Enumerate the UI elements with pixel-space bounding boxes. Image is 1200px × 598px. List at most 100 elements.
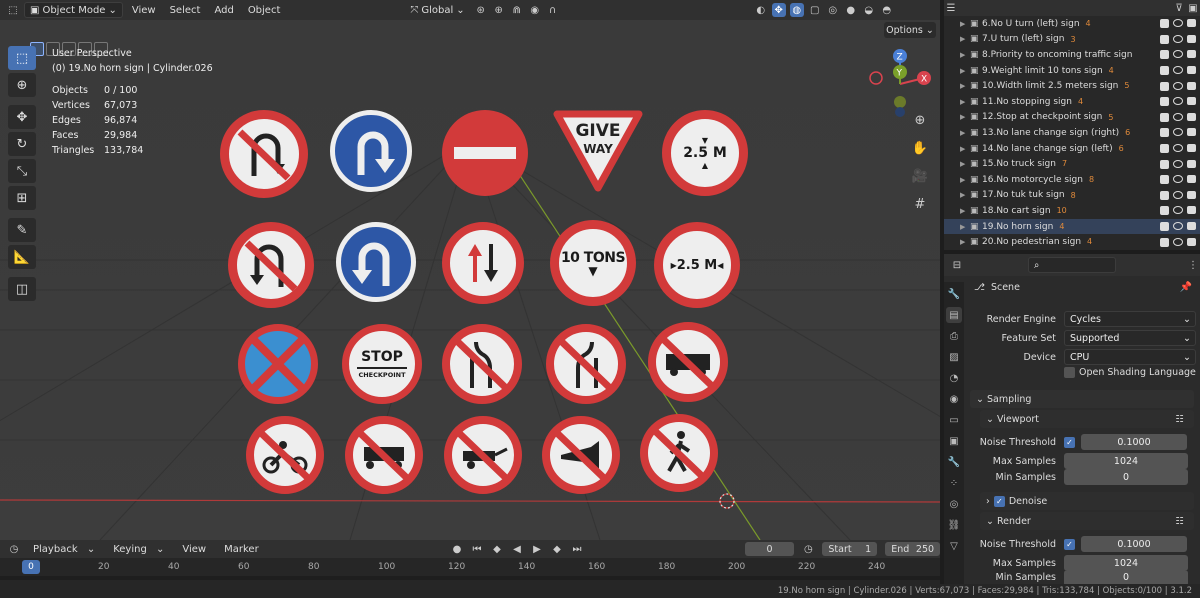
give-way-sign[interactable]: GIVE WAY (553, 110, 643, 192)
render-engine-select[interactable]: Cycles ⌄ (1064, 311, 1196, 327)
tool-tab-icon[interactable]: 🔧 (946, 286, 962, 302)
no-pedestrian-sign[interactable] (640, 414, 718, 492)
width-limit-sign[interactable]: ▼ 2.5 M ▲ (662, 110, 748, 196)
eye-icon[interactable] (1173, 237, 1183, 246)
eye-icon[interactable] (1173, 175, 1183, 184)
eye-icon[interactable] (1173, 190, 1183, 199)
outliner-row[interactable]: ▶ ▣ 17.No tuk tuk sign 8 (944, 188, 1200, 204)
modifier-tab-icon[interactable]: 🔧 (946, 454, 962, 470)
expand-triangle-icon[interactable]: ▶ (960, 160, 970, 168)
eye-icon[interactable] (1173, 97, 1183, 106)
camera-icon[interactable] (1187, 237, 1196, 246)
exclude-checkbox[interactable] (1160, 175, 1169, 185)
camera-icon[interactable] (1187, 50, 1196, 59)
timeline-editor-icon[interactable]: ◷ (8, 542, 20, 556)
menu-view[interactable]: View (127, 2, 161, 18)
expand-triangle-icon[interactable]: ▶ (960, 98, 970, 106)
menu-object[interactable]: Object (243, 2, 286, 18)
mode-select[interactable]: ▣ Object Mode ⌄ (24, 2, 123, 18)
end-frame-field[interactable]: End 250 (885, 542, 941, 556)
measure-tool-icon[interactable]: 📐 (8, 245, 36, 269)
max-samples-render-field[interactable]: 1024 (1064, 555, 1188, 571)
expand-triangle-icon[interactable]: ▶ (960, 129, 970, 137)
cursor-tool-icon[interactable]: ⊕ (8, 73, 36, 97)
no-stopping-sign[interactable] (238, 324, 318, 404)
outliner-row[interactable]: ▶ ▣ 18.No cart sign 10 (944, 203, 1200, 219)
eye-icon[interactable] (1173, 81, 1183, 90)
menu-select[interactable]: Select (165, 2, 206, 18)
exclude-checkbox[interactable] (1160, 190, 1169, 200)
osl-checkbox[interactable] (1064, 367, 1075, 378)
no-u-turn-left-sign[interactable] (228, 222, 314, 308)
denoise-subpanel-header[interactable]: › ✓ Denoise (980, 492, 1194, 510)
camera-icon[interactable] (1187, 175, 1196, 184)
stop-checkpoint-sign[interactable]: STOP CHECKPOINT (342, 324, 422, 404)
noise-threshold-render-field[interactable]: 0.1000 (1081, 536, 1187, 552)
camera-icon[interactable] (1187, 222, 1196, 231)
eye-icon[interactable] (1173, 66, 1183, 75)
jump-start-icon[interactable]: ⏮ (471, 542, 483, 556)
rotate-tool-icon[interactable]: ↻ (8, 132, 36, 156)
camera-icon[interactable] (1187, 159, 1196, 168)
world-tab-icon[interactable]: ◉ (946, 391, 962, 407)
record-icon[interactable]: ● (451, 542, 463, 556)
zoom-icon[interactable]: ⊕ (908, 108, 932, 132)
exclude-checkbox[interactable] (1160, 112, 1169, 122)
data-tab-icon[interactable]: ▽ (946, 538, 962, 554)
u-turn-left-sign[interactable] (336, 222, 416, 302)
no-cart-sign[interactable] (444, 416, 522, 494)
no-lane-change-left-sign[interactable] (546, 324, 626, 404)
exclude-checkbox[interactable] (1160, 159, 1169, 169)
move-tool-icon[interactable]: ✥ (8, 105, 36, 129)
ortho-grid-icon[interactable]: # (908, 192, 932, 216)
expand-triangle-icon[interactable]: ▶ (960, 67, 970, 75)
eye-icon[interactable] (1173, 206, 1183, 215)
exclude-checkbox[interactable] (1160, 50, 1169, 60)
snap-icon[interactable]: ⊕ (492, 3, 506, 17)
no-tuk-tuk-sign[interactable] (345, 416, 423, 494)
pan-hand-icon[interactable]: ✋ (908, 136, 932, 160)
render-subpanel-header[interactable]: ⌄ Render ☷ (980, 512, 1194, 530)
expand-triangle-icon[interactable]: ▶ (960, 113, 970, 121)
scale-tool-icon[interactable]: ⤡ (8, 159, 36, 183)
object-tab-icon[interactable]: ▣ (946, 433, 962, 449)
exclude-checkbox[interactable] (1160, 144, 1169, 154)
eye-icon[interactable] (1173, 112, 1183, 121)
filter-icon[interactable]: ⊽ (1172, 1, 1186, 15)
options-dropdown[interactable]: Options ⌄ (884, 22, 936, 38)
material-shading-icon[interactable]: ◒ (862, 3, 876, 17)
noise-threshold-viewport-field[interactable]: 0.1000 (1081, 434, 1187, 450)
sampling-panel-header[interactable]: ⌄ Sampling (970, 390, 1194, 408)
outliner-editor-icon[interactable]: ☰ (944, 1, 958, 15)
exclude-checkbox[interactable] (1160, 237, 1169, 247)
exclude-checkbox[interactable] (1160, 128, 1169, 138)
visibility-icon[interactable]: ◐ (754, 3, 768, 17)
no-horn-sign[interactable] (542, 416, 620, 494)
camera-icon[interactable] (1187, 34, 1196, 43)
no-u-turn-right-sign[interactable] (220, 110, 308, 198)
eye-icon[interactable] (1173, 159, 1183, 168)
menu-timeline-view[interactable]: View (177, 541, 211, 557)
noise-threshold-checkbox[interactable]: ✓ (1064, 436, 1075, 448)
rendered-shading-icon[interactable]: ◓ (880, 3, 894, 17)
xray-icon[interactable]: ▢ (808, 3, 822, 17)
next-key-icon[interactable]: ◆ (551, 542, 563, 556)
device-select[interactable]: CPU ⌄ (1064, 349, 1196, 365)
editor-type-icon[interactable]: ⬚ (6, 3, 20, 17)
no-motorcycle-sign[interactable] (246, 416, 324, 494)
eye-icon[interactable] (1173, 50, 1183, 59)
expand-triangle-icon[interactable]: ▶ (960, 145, 970, 153)
outliner-row[interactable]: ▶ ▣ 10.Width limit 2.5 meters sign 5 (944, 78, 1200, 94)
exclude-checkbox[interactable] (1160, 34, 1169, 44)
eye-icon[interactable] (1173, 128, 1183, 137)
camera-icon[interactable] (1187, 144, 1196, 153)
weight-limit-sign[interactable]: 10 TONS ▼ (550, 220, 636, 306)
eye-icon[interactable] (1173, 19, 1183, 28)
outliner-row[interactable]: ▶ ▣ 20.No pedestrian sign 4 (944, 234, 1200, 250)
outliner-row[interactable]: ▶ ▣ 9.Weight limit 10 tons sign 4 (944, 63, 1200, 79)
outliner-row[interactable]: ▶ ▣ 6.No U turn (left) sign 4 (944, 16, 1200, 32)
outliner-row[interactable]: ▶ ▣ 15.No truck sign 7 (944, 156, 1200, 172)
annotate-tool-icon[interactable]: ✎ (8, 218, 36, 242)
viewport-subpanel-header[interactable]: ⌄ Viewport ☷ (980, 410, 1194, 428)
timeline-scrollbar[interactable] (0, 576, 940, 580)
